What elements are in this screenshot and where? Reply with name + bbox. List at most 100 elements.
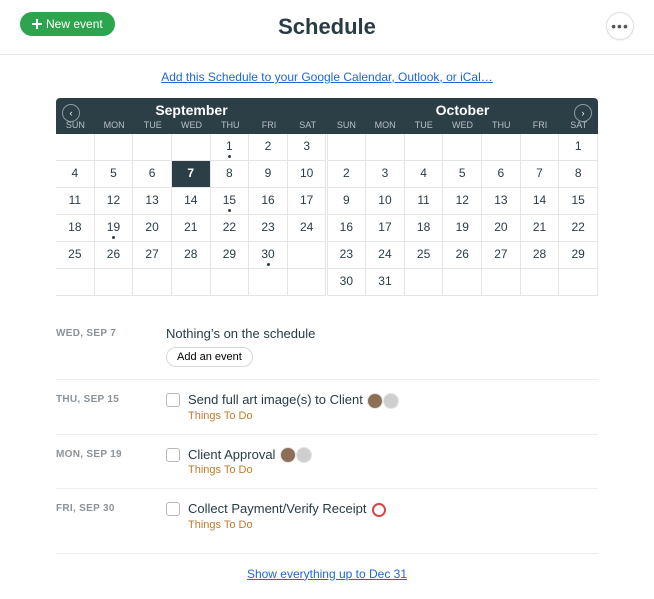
- calendar-day-cell[interactable]: 6: [482, 161, 521, 188]
- todo-checkbox[interactable]: [166, 393, 180, 407]
- todo-checkbox[interactable]: [166, 502, 180, 516]
- plus-icon: [32, 19, 42, 29]
- calendar-day-cell[interactable]: 21: [521, 215, 560, 242]
- calendar-day-cell[interactable]: 28: [172, 242, 211, 269]
- calendar-day-cell[interactable]: 24: [366, 242, 405, 269]
- agenda-date: WED, SEP 7: [56, 326, 166, 339]
- calendar-day-cell[interactable]: 5: [95, 161, 134, 188]
- calendar-day-cell[interactable]: 18: [56, 215, 95, 242]
- event-title[interactable]: Collect Payment/Verify Receipt: [188, 501, 386, 517]
- calendar-day-cell[interactable]: 12: [443, 188, 482, 215]
- calendar-day-cell: [482, 269, 521, 296]
- calendar-day-cell[interactable]: 20: [482, 215, 521, 242]
- calendar-day-cell[interactable]: 11: [56, 188, 95, 215]
- calendar-day-cell[interactable]: 23: [328, 242, 367, 269]
- agenda-row: FRI, SEP 30Collect Payment/Verify Receip…: [56, 488, 598, 543]
- calendar-day-cell[interactable]: 14: [172, 188, 211, 215]
- day-of-week-header: SAT: [288, 118, 327, 134]
- prev-month-button[interactable]: ‹: [62, 104, 80, 122]
- dots-icon: •••: [611, 18, 629, 34]
- calendar-day-cell: [443, 134, 482, 161]
- calendar-day-cell[interactable]: 28: [521, 242, 560, 269]
- calendar-day-cell[interactable]: 8: [559, 161, 598, 188]
- calendar-day-cell[interactable]: 17: [366, 215, 405, 242]
- calendar-day-cell[interactable]: 24: [288, 215, 327, 242]
- calendar-day-cell[interactable]: 15: [211, 188, 250, 215]
- calendar-day-cell[interactable]: 9: [249, 161, 288, 188]
- calendar-day-cell[interactable]: 1: [211, 134, 250, 161]
- calendar-day-cell[interactable]: 29: [559, 242, 598, 269]
- next-month-button[interactable]: ›: [574, 104, 592, 122]
- calendar-day-cell[interactable]: 13: [482, 188, 521, 215]
- more-menu-button[interactable]: •••: [606, 12, 634, 40]
- calendar-day-cell[interactable]: 25: [56, 242, 95, 269]
- calendar-day-cell: [211, 269, 250, 296]
- calendar-day-cell[interactable]: 2: [328, 161, 367, 188]
- event-title[interactable]: Client Approval: [188, 447, 311, 463]
- calendar-day-cell[interactable]: 15: [559, 188, 598, 215]
- calendar-day-cell[interactable]: 19: [443, 215, 482, 242]
- calendar-day-cell: [482, 134, 521, 161]
- subscribe-link[interactable]: Add this Schedule to your Google Calenda…: [161, 70, 493, 84]
- assignee-avatar: [368, 394, 382, 408]
- calendar-day-cell[interactable]: 16: [249, 188, 288, 215]
- empty-schedule-text: Nothing’s on the schedule: [166, 326, 598, 341]
- calendar-day-cell[interactable]: 4: [405, 161, 444, 188]
- day-of-week-header: FRI: [521, 118, 560, 134]
- calendar-day-cell[interactable]: 29: [211, 242, 250, 269]
- calendar-day-cell[interactable]: 25: [405, 242, 444, 269]
- todo-checkbox[interactable]: [166, 448, 180, 462]
- calendar-day-cell[interactable]: 16: [328, 215, 367, 242]
- calendar-day-cell[interactable]: 2: [249, 134, 288, 161]
- calendar-day-cell: [133, 269, 172, 296]
- calendar-day-cell[interactable]: 17: [288, 188, 327, 215]
- calendar-day-cell[interactable]: 30: [328, 269, 367, 296]
- calendar-day-cell[interactable]: 3: [366, 161, 405, 188]
- calendar-day-cell[interactable]: 18: [405, 215, 444, 242]
- calendar-day-cell: [559, 269, 598, 296]
- calendar-day-cell[interactable]: 27: [482, 242, 521, 269]
- calendar-day-cell[interactable]: 13: [133, 188, 172, 215]
- calendar-day-cell: [95, 134, 134, 161]
- calendar-day-cell[interactable]: 19: [95, 215, 134, 242]
- day-of-week-header: FRI: [250, 118, 289, 134]
- chevron-right-icon: ›: [582, 108, 585, 118]
- event-title[interactable]: Send full art image(s) to Client: [188, 392, 398, 408]
- calendar-day-cell[interactable]: 3: [288, 134, 327, 161]
- calendar-day-cell[interactable]: 12: [95, 188, 134, 215]
- calendar-day-cell[interactable]: 23: [249, 215, 288, 242]
- calendar-day-cell[interactable]: 21: [172, 215, 211, 242]
- calendar-day-cell[interactable]: 9: [328, 188, 367, 215]
- calendar-day-cell[interactable]: 7: [521, 161, 560, 188]
- calendar-day-cell[interactable]: 6: [133, 161, 172, 188]
- new-event-button[interactable]: New event: [20, 12, 115, 36]
- calendar-day-cell[interactable]: 26: [443, 242, 482, 269]
- calendar-day-cell[interactable]: 27: [133, 242, 172, 269]
- event-list-name[interactable]: Things To Do: [188, 410, 598, 422]
- calendar-day-cell: [521, 269, 560, 296]
- event-list-name[interactable]: Things To Do: [188, 519, 598, 531]
- calendar-day-cell[interactable]: 10: [288, 161, 327, 188]
- calendar-day-cell[interactable]: 22: [559, 215, 598, 242]
- add-event-button[interactable]: Add an event: [166, 347, 253, 367]
- calendar-day-cell: [56, 134, 95, 161]
- calendar-day-cell: [172, 134, 211, 161]
- calendar-day-cell[interactable]: 10: [366, 188, 405, 215]
- month-column-left: September SUNMONTUEWEDTHUFRISAT: [56, 98, 327, 134]
- show-more-link[interactable]: Show everything up to Dec 31: [247, 567, 407, 581]
- chevron-left-icon: ‹: [70, 108, 73, 118]
- calendar-day-cell[interactable]: 5: [443, 161, 482, 188]
- calendar-day-cell[interactable]: 1: [559, 134, 598, 161]
- calendar-day-cell[interactable]: 26: [95, 242, 134, 269]
- calendar-day-cell[interactable]: 22: [211, 215, 250, 242]
- calendar-day-cell[interactable]: 30: [249, 242, 288, 269]
- calendar-day-cell[interactable]: 8: [211, 161, 250, 188]
- calendar-day-cell[interactable]: 11: [405, 188, 444, 215]
- calendar-day-cell: [443, 269, 482, 296]
- calendar-day-cell[interactable]: 31: [366, 269, 405, 296]
- calendar-day-cell[interactable]: 14: [521, 188, 560, 215]
- calendar-day-cell[interactable]: 4: [56, 161, 95, 188]
- calendar-day-cell[interactable]: 20: [133, 215, 172, 242]
- calendar-day-cell[interactable]: 7: [172, 161, 211, 188]
- event-list-name[interactable]: Things To Do: [188, 464, 598, 476]
